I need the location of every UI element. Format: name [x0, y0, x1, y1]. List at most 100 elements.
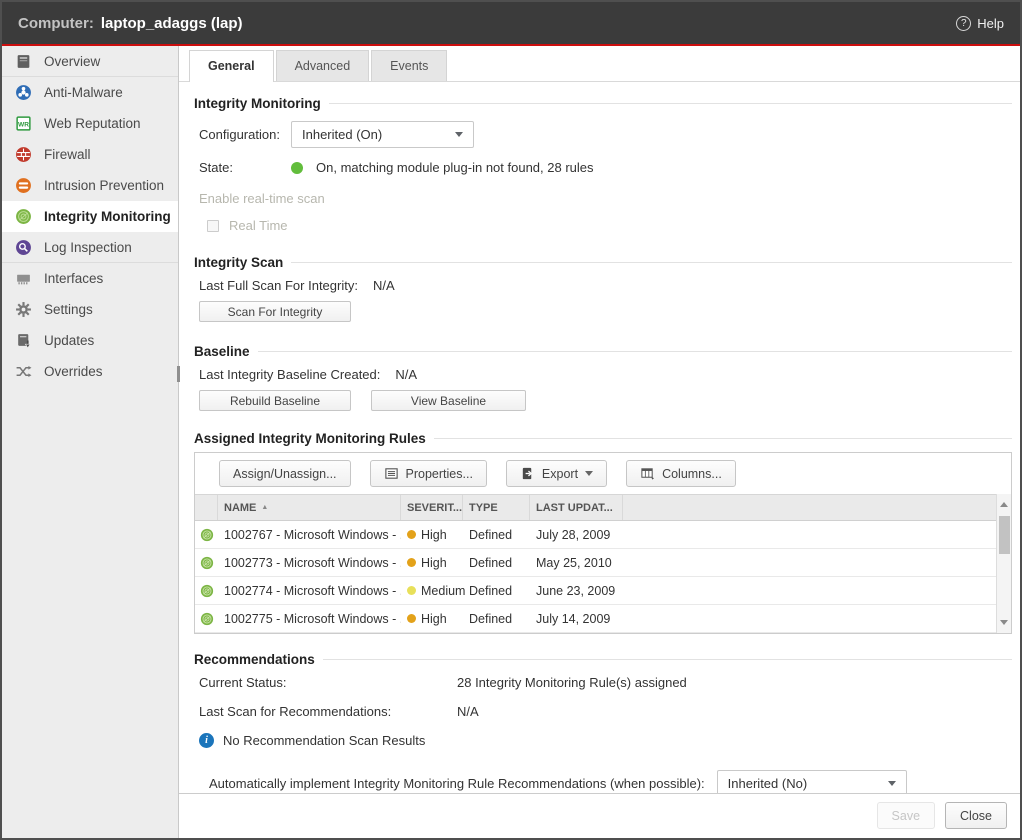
tab-general[interactable]: General — [189, 50, 274, 82]
sidebar-item-overrides[interactable]: Overrides — [2, 356, 178, 387]
integrity-rule-icon — [200, 612, 214, 626]
web-reputation-icon: WR — [15, 115, 32, 132]
section-assigned-rules-heading: Assigned Integrity Monitoring Rules — [194, 431, 1012, 446]
properties-button[interactable]: Properties... — [370, 460, 487, 487]
scroll-up-icon[interactable] — [1000, 502, 1008, 507]
settings-icon — [15, 301, 32, 318]
chevron-down-icon — [585, 471, 593, 476]
chevron-down-icon — [455, 132, 463, 137]
real-time-checkbox[interactable] — [207, 220, 219, 232]
sidebar-item-log-inspection[interactable]: Log Inspection — [2, 232, 178, 263]
section-title: Baseline — [194, 344, 250, 359]
integrity-monitoring-icon — [15, 208, 32, 225]
rule-severity: High — [421, 612, 447, 626]
sidebar-item-integrity-monitoring[interactable]: Integrity Monitoring — [2, 201, 178, 232]
svg-text:WR: WR — [18, 121, 29, 128]
export-button[interactable]: Export — [506, 460, 607, 487]
integrity-rule-icon — [200, 528, 214, 542]
tab-events[interactable]: Events — [371, 50, 447, 81]
scan-for-integrity-button[interactable]: Scan For Integrity — [199, 301, 351, 322]
content-panel: General Advanced Events Integrity Monito… — [179, 46, 1020, 838]
state-on-indicator — [291, 162, 303, 174]
auto-implement-label: Automatically implement Integrity Monito… — [209, 776, 705, 791]
sidebar-item-intrusion-prevention[interactable]: Intrusion Prevention — [2, 170, 178, 201]
sidebar-item-label: Intrusion Prevention — [44, 178, 164, 193]
export-button-label: Export — [542, 467, 578, 481]
sidebar-item-firewall[interactable]: Firewall — [2, 139, 178, 170]
sidebar-item-label: Overview — [44, 54, 100, 69]
sidebar-item-label: Interfaces — [44, 271, 103, 286]
auto-implement-select[interactable]: Inherited (No) — [717, 770, 907, 793]
assign-unassign-button[interactable]: Assign/Unassign... — [219, 460, 351, 487]
help-icon: ? — [956, 16, 971, 31]
rule-name: 1002773 - Microsoft Windows - ... — [218, 556, 401, 570]
sidebar-item-web-reputation[interactable]: WR Web Reputation — [2, 108, 178, 139]
table-row[interactable]: 1002773 - Microsoft Windows - ... High D… — [195, 549, 1011, 577]
updates-icon — [15, 332, 32, 349]
general-tab-body: Integrity Monitoring Configuration: Inhe… — [179, 82, 1020, 793]
titlebar: Computer: laptop_adaggs (lap) ? Help — [2, 2, 1020, 46]
close-button[interactable]: Close — [945, 802, 1007, 829]
column-type[interactable]: TYPE — [463, 495, 530, 520]
scrollbar-thumb[interactable] — [999, 516, 1010, 554]
sidebar: Overview Anti-Malware WR Web Reputation … — [2, 46, 179, 838]
sidebar-item-settings[interactable]: Settings — [2, 294, 178, 325]
section-integrity-monitoring-heading: Integrity Monitoring — [194, 96, 1012, 111]
sidebar-item-label: Web Reputation — [44, 116, 141, 131]
intrusion-prevention-icon — [15, 177, 32, 194]
section-baseline-heading: Baseline — [194, 344, 1012, 359]
columns-button[interactable]: Columns... — [626, 460, 736, 487]
current-status-value: 28 Integrity Monitoring Rule(s) assigned — [457, 675, 687, 690]
help-button[interactable]: ? Help — [956, 16, 1004, 31]
configuration-label: Configuration: — [199, 127, 291, 142]
configuration-select[interactable]: Inherited (On) — [291, 121, 474, 148]
table-row[interactable]: 1002775 - Microsoft Windows - ... High D… — [195, 605, 1011, 633]
save-button[interactable]: Save — [877, 802, 936, 829]
real-time-checkbox-label: Real Time — [229, 218, 288, 233]
rule-last-updated: July 28, 2009 — [530, 528, 623, 542]
severity-dot — [407, 558, 416, 567]
sidebar-item-label: Firewall — [44, 147, 91, 162]
configuration-selected-value: Inherited (On) — [302, 127, 382, 142]
column-last-updated[interactable]: LAST UPDAT... — [530, 495, 623, 520]
sidebar-item-anti-malware[interactable]: Anti-Malware — [2, 77, 178, 108]
sidebar-item-updates[interactable]: Updates — [2, 325, 178, 356]
last-scan-recommendations-value: N/A — [457, 704, 479, 719]
column-icon — [195, 495, 218, 520]
info-icon: i — [199, 733, 214, 748]
column-name[interactable]: NAME▲ — [218, 495, 401, 520]
column-severity[interactable]: SEVERIT... — [401, 495, 463, 520]
rule-last-updated: July 14, 2009 — [530, 612, 623, 626]
last-full-scan-value: N/A — [373, 278, 395, 293]
severity-dot — [407, 586, 416, 595]
sidebar-item-overview[interactable]: Overview — [2, 46, 178, 77]
overview-icon — [15, 53, 32, 70]
firewall-icon — [15, 146, 32, 163]
table-scrollbar[interactable] — [996, 494, 1011, 633]
overrides-icon — [15, 363, 32, 380]
sort-ascending-icon: ▲ — [261, 504, 268, 511]
last-full-scan-label: Last Full Scan For Integrity: — [199, 278, 358, 293]
rule-severity: High — [421, 528, 447, 542]
rules-toolbar: Assign/Unassign... Properties... Export — [195, 453, 1011, 494]
rule-last-updated: May 25, 2010 — [530, 556, 623, 570]
sidebar-item-label: Log Inspection — [44, 240, 132, 255]
view-baseline-button[interactable]: View Baseline — [371, 390, 526, 411]
integrity-rule-icon — [200, 556, 214, 570]
section-integrity-scan-heading: Integrity Scan — [194, 255, 1012, 270]
sidebar-item-interfaces[interactable]: Interfaces — [2, 263, 178, 294]
tab-bar: General Advanced Events — [179, 46, 1020, 82]
section-title: Integrity Monitoring — [194, 96, 321, 111]
table-row[interactable]: 1002774 - Microsoft Windows - ... Medium… — [195, 577, 1011, 605]
state-label: State: — [199, 160, 291, 175]
scroll-down-icon[interactable] — [1000, 620, 1008, 625]
severity-dot — [407, 530, 416, 539]
rule-type: Defined — [463, 528, 530, 542]
rebuild-baseline-button[interactable]: Rebuild Baseline — [199, 390, 351, 411]
rule-severity: High — [421, 556, 447, 570]
tab-advanced[interactable]: Advanced — [276, 50, 370, 81]
window-title-prefix: Computer: — [18, 15, 94, 32]
table-row[interactable]: 1002767 - Microsoft Windows - ... High D… — [195, 521, 1011, 549]
last-baseline-value: N/A — [395, 367, 417, 382]
sidebar-item-label: Updates — [44, 333, 94, 348]
